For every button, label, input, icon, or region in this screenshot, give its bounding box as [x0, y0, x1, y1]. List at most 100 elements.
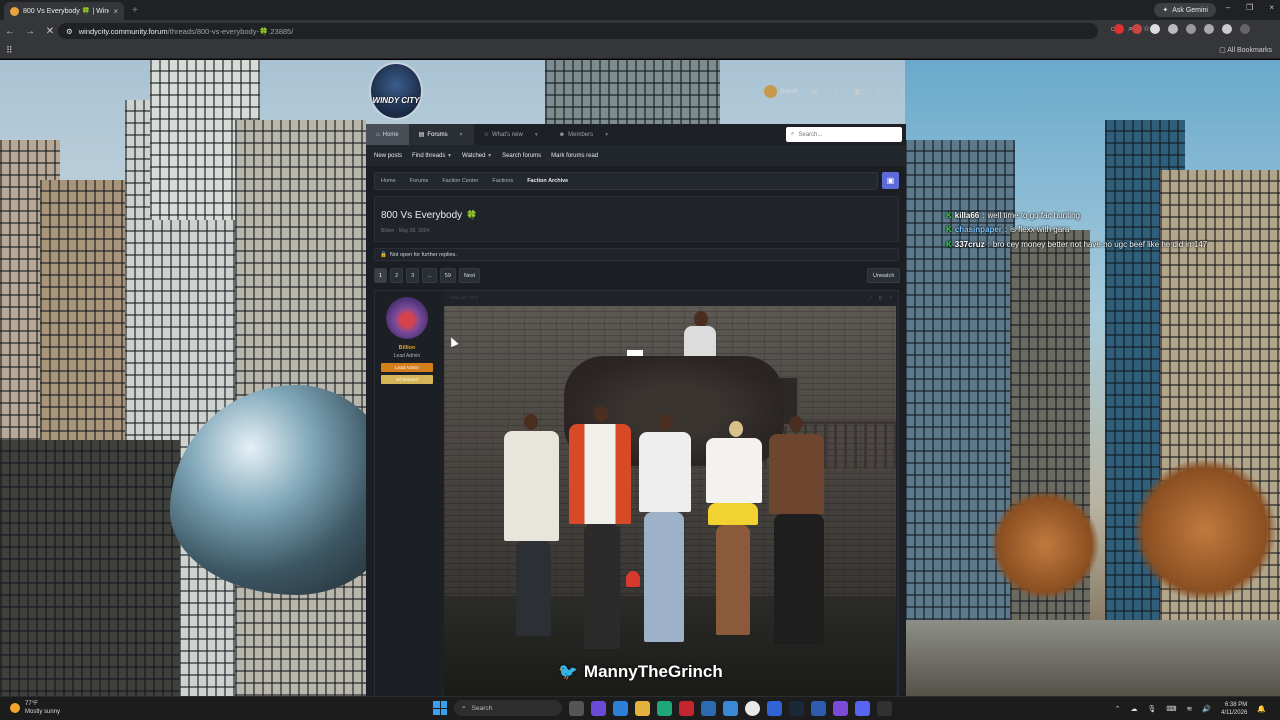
- lock-icon: 🔒: [380, 251, 387, 258]
- tab-close-icon[interactable]: ×: [113, 7, 118, 16]
- chevron-down-icon[interactable]: ▼: [534, 132, 539, 138]
- taskbar-search[interactable]: ⌕ Search: [454, 700, 562, 716]
- app-icon[interactable]: [833, 700, 848, 716]
- bookmark-icon[interactable]: ◧: [854, 87, 864, 96]
- steam-icon[interactable]: [789, 700, 804, 716]
- sidepanel-icon[interactable]: [1204, 24, 1214, 34]
- share-icon[interactable]: ⤴: [867, 295, 872, 302]
- subnav-search-forums[interactable]: Search forums: [502, 153, 541, 159]
- url-path: /threads/800-vs-everybody-🍀.23885/: [167, 26, 294, 36]
- breadcrumb-forums[interactable]: Forums: [410, 178, 429, 184]
- subnav-mark-read[interactable]: Mark forums read: [551, 153, 598, 159]
- chat-text: is flexx with gara: [1010, 225, 1070, 235]
- subnav-watched-label: Watched: [462, 152, 486, 159]
- bell-icon[interactable]: ♪: [832, 87, 842, 96]
- extension-icon[interactable]: [1114, 24, 1124, 34]
- weather-widget[interactable]: 77°F Mostly sunny: [10, 700, 60, 716]
- post-date[interactable]: May 28, 2024: [451, 295, 478, 300]
- app-icon[interactable]: [591, 700, 606, 716]
- close-window-button[interactable]: ×: [1269, 3, 1274, 12]
- edge-icon[interactable]: [657, 700, 672, 716]
- subnav-find-threads[interactable]: Find threads ▼: [412, 153, 452, 159]
- extensions: [1114, 24, 1250, 34]
- volume-icon[interactable]: 🔊: [1202, 705, 1211, 713]
- url-field[interactable]: ⚙ windycity.community.forum/threads/800-…: [58, 23, 1098, 39]
- bookmark-icon[interactable]: ◧: [878, 295, 883, 302]
- thread-header: 800 Vs Everybody 🍀 Billion · May 28, 202…: [374, 196, 899, 242]
- app-icon[interactable]: [877, 700, 892, 716]
- extension-icon[interactable]: [1150, 24, 1160, 34]
- app-icon[interactable]: [723, 700, 738, 716]
- breadcrumb-factions[interactable]: Factions: [492, 178, 513, 184]
- stop-icon[interactable]: ✕: [40, 26, 60, 37]
- post-image[interactable]: [444, 306, 896, 696]
- back-icon[interactable]: ←: [0, 26, 20, 37]
- page-link[interactable]: 2: [390, 268, 404, 283]
- subnav-new-posts[interactable]: New posts: [374, 153, 402, 159]
- nav-home[interactable]: ⌂ Home: [366, 124, 409, 145]
- unwatch-button[interactable]: Unwatch: [867, 268, 901, 283]
- breadcrumb-faction-archive[interactable]: Faction Archive: [527, 178, 568, 184]
- notifications-bell-icon[interactable]: 🔔: [1257, 705, 1266, 713]
- author-avatar[interactable]: [386, 297, 428, 339]
- nav-forums[interactable]: ▤ Forums ▼: [408, 124, 474, 145]
- app-icon[interactable]: [811, 700, 826, 716]
- app-icon[interactable]: [613, 700, 628, 716]
- mic-icon[interactable]: 🎙: [1147, 705, 1156, 713]
- page-link[interactable]: 1: [374, 268, 388, 283]
- bookmark-icon: ▣: [886, 176, 895, 185]
- forward-icon[interactable]: →: [20, 26, 40, 37]
- chevron-down-icon[interactable]: ▼: [459, 132, 464, 138]
- search-icon[interactable]: ⌕: [898, 87, 908, 97]
- subnav-watched[interactable]: Watched ▼: [462, 153, 492, 159]
- nav-members[interactable]: ☻ Members ▼: [549, 124, 619, 145]
- new-tab-button[interactable]: +: [132, 5, 138, 16]
- menu-kebab-icon[interactable]: [1240, 24, 1250, 34]
- next-page-button[interactable]: Next: [458, 268, 481, 283]
- thread-title-row: 800 Vs Everybody 🍀: [381, 210, 477, 221]
- account-menu[interactable]: Grinch: [764, 85, 798, 98]
- extensions-puzzle-icon[interactable]: [1186, 24, 1196, 34]
- ask-gemini-button[interactable]: ✦ Ask Gemini: [1154, 3, 1216, 17]
- chevron-down-icon[interactable]: ▼: [604, 132, 609, 138]
- all-bookmarks-button[interactable]: ▢ All Bookmarks: [1219, 46, 1272, 54]
- author-name[interactable]: Billion: [375, 345, 439, 351]
- page-link[interactable]: 3: [406, 268, 420, 283]
- cloud-icon[interactable]: ☁: [1130, 705, 1137, 713]
- forum-search-input[interactable]: ⌕ Search...: [786, 127, 902, 142]
- theme-moon-icon[interactable]: ☾: [876, 87, 886, 96]
- app-icon[interactable]: [767, 700, 782, 716]
- breadcrumb-home[interactable]: Home: [381, 178, 396, 184]
- maximize-button[interactable]: ❐: [1246, 3, 1253, 12]
- locked-notice-text: Not open for further replies.: [389, 251, 457, 258]
- app-icon[interactable]: [679, 700, 694, 716]
- members-icon: ☻: [558, 131, 566, 138]
- nav-whats-new[interactable]: ☆ What's new ▼: [474, 124, 549, 145]
- breadcrumb-faction-center[interactable]: Faction Center: [442, 178, 478, 184]
- page-jump[interactable]: ...: [422, 268, 437, 283]
- keyboard-icon[interactable]: ⌨: [1166, 705, 1176, 713]
- file-explorer-icon[interactable]: [635, 700, 650, 716]
- user-avatar: [764, 85, 777, 98]
- clock[interactable]: 6:38 PM 4/11/2026: [1221, 701, 1247, 717]
- inbox-icon[interactable]: ✉: [810, 87, 820, 96]
- extension-icon[interactable]: [1132, 24, 1142, 34]
- app-icon[interactable]: [701, 700, 716, 716]
- chrome-icon[interactable]: [745, 700, 760, 716]
- site-logo[interactable]: WINDY CITY: [369, 62, 423, 120]
- post-number[interactable]: #: [889, 295, 892, 302]
- thread-tools-button[interactable]: ▣: [882, 172, 899, 189]
- browser-tab[interactable]: 800 Vs Everybody 🍀 | Windy C ×: [4, 2, 124, 20]
- minimize-button[interactable]: –: [1226, 3, 1230, 12]
- page-link[interactable]: 59: [439, 268, 456, 283]
- start-windows-icon[interactable]: [433, 701, 447, 715]
- profile-avatar[interactable]: [1222, 24, 1232, 34]
- site-info-icon[interactable]: ⚙: [66, 27, 73, 36]
- discord-icon[interactable]: [855, 700, 870, 716]
- wifi-icon[interactable]: ≋: [1186, 705, 1192, 713]
- extension-icon[interactable]: [1168, 24, 1178, 34]
- user-nav: Grinch ✉ ♪ ◧ ☾ ⌕: [764, 85, 908, 98]
- task-view-icon[interactable]: [569, 700, 584, 716]
- chevron-up-icon[interactable]: ⌃: [1115, 705, 1121, 713]
- apps-grid-icon[interactable]: ⠿: [6, 45, 13, 56]
